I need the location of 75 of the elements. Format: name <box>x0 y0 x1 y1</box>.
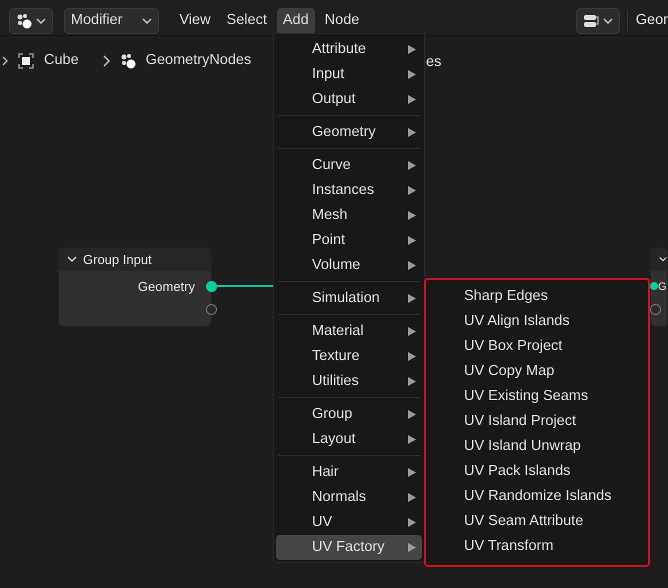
submenu-arrow-icon <box>408 261 416 270</box>
menu-item[interactable]: Attribute <box>276 37 422 62</box>
cube-icon <box>18 53 34 69</box>
breadcrumb-text: es <box>426 53 442 72</box>
breadcrumb-item[interactable]: Cube <box>44 50 79 72</box>
menu-item[interactable]: UV Copy Map <box>426 359 648 384</box>
caret-icon <box>142 16 152 24</box>
menu-item[interactable]: UV <box>276 510 422 535</box>
chevron-icon <box>102 55 110 67</box>
chevron-icon <box>2 56 8 66</box>
menu-item[interactable]: UV Align Islands <box>426 309 648 334</box>
socket-label: G <box>658 280 667 295</box>
submenu-arrow-icon <box>408 352 416 361</box>
menu-item[interactable]: Geometry <box>276 120 422 145</box>
menu-item[interactable]: View <box>173 8 217 34</box>
menu-item[interactable]: Mesh <box>276 203 422 228</box>
chevron-icon <box>67 256 77 263</box>
menu-item[interactable]: Group <box>276 402 422 427</box>
breadcrumb-item[interactable]: GeometryNodes <box>146 50 252 72</box>
submenu-arrow-icon <box>408 518 416 527</box>
menu-item[interactable]: Layout <box>276 427 422 452</box>
menu-item[interactable]: Utilities <box>276 369 422 394</box>
socket-label: Geometry <box>138 278 195 296</box>
menu-item[interactable]: Normals <box>276 485 422 510</box>
menu-item[interactable]: Point <box>276 228 422 253</box>
menu-item[interactable]: UV Island Unwrap <box>426 434 648 459</box>
nodes-icon <box>120 53 136 69</box>
submenu-arrow-icon <box>408 236 416 245</box>
menu-item[interactable]: Simulation <box>276 286 422 311</box>
editor-type-button[interactable] <box>9 8 53 34</box>
submenu-arrow-icon <box>408 161 416 170</box>
submenu-arrow-icon <box>408 128 416 137</box>
view-toggle-button[interactable] <box>576 8 620 34</box>
menu-item[interactable]: Instances <box>276 178 422 203</box>
submenu-arrow-icon <box>408 70 416 79</box>
caret-icon <box>36 16 46 24</box>
submenu-arrow-icon <box>408 294 416 303</box>
submenu-arrow-icon <box>408 45 416 54</box>
submenu-arrow-icon <box>408 410 416 419</box>
submenu-arrow-icon <box>408 435 416 444</box>
menu-item[interactable]: UV Existing Seams <box>426 384 648 409</box>
menu-item[interactable]: UV Seam Attribute <box>426 509 648 534</box>
menu-item[interactable]: UV Box Project <box>426 334 648 359</box>
menu-item[interactable]: Hair <box>276 460 422 485</box>
tree-name-field[interactable]: Geor <box>636 12 668 28</box>
menu-item[interactable]: UV Pack Islands <box>426 459 648 484</box>
mode-dropdown[interactable]: Modifier <box>64 8 159 34</box>
menu-item[interactable]: Volume <box>276 253 422 278</box>
menu-item[interactable]: Input <box>276 62 422 87</box>
caret-icon <box>602 16 612 24</box>
menu-item[interactable]: Node <box>318 8 366 34</box>
submenu-arrow-icon <box>408 95 416 104</box>
chevron-icon <box>659 256 667 263</box>
socket[interactable] <box>206 304 217 315</box>
submenu-arrow-icon <box>408 186 416 195</box>
nodes-icon <box>16 12 32 28</box>
submenu-arrow-icon <box>408 211 416 220</box>
menu-item[interactable]: UV Factory <box>276 535 422 560</box>
node-title: Group Input <box>83 250 152 269</box>
menu-item[interactable]: Curve <box>276 153 422 178</box>
submenu-arrow-icon <box>408 327 416 336</box>
menu-item[interactable]: Texture <box>276 344 422 369</box>
submenu-arrow-icon <box>408 543 416 552</box>
menu-item[interactable]: Output <box>276 87 422 112</box>
menu-item[interactable]: UV Island Project <box>426 409 648 434</box>
menu-item[interactable]: Select <box>220 8 273 34</box>
submenu-arrow-icon <box>408 377 416 386</box>
socket[interactable] <box>206 281 217 292</box>
menu-item[interactable]: UV Transform <box>426 534 648 559</box>
menu-item[interactable]: UV Randomize Islands <box>426 484 648 509</box>
menu-item[interactable]: Sharp Edges <box>426 284 648 309</box>
submenu-arrow-icon <box>408 493 416 502</box>
menu-item[interactable]: Add <box>276 8 315 34</box>
menu-item[interactable]: Material <box>276 319 422 344</box>
submenu-arrow-icon <box>408 468 416 477</box>
